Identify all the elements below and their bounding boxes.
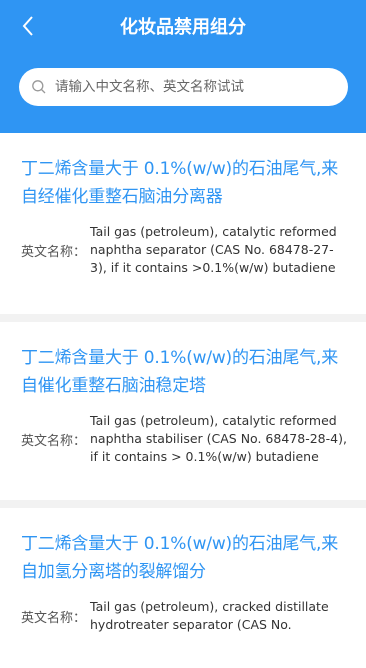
english-name-label: 英文名称： — [21, 610, 87, 626]
english-name-label: 英文名称： — [21, 244, 87, 260]
english-name-value: Tail gas (petroleum), catalytic reformed… — [90, 224, 337, 275]
search-box[interactable] — [19, 68, 348, 106]
english-name-value: Tail gas (petroleum), catalytic reformed… — [90, 413, 347, 464]
page-title: 化妆品禁用组分 — [120, 17, 246, 38]
list-item[interactable]: 丁二烯含量大于 0.1%(w/w)的石油尾气,来自经催化重整石脑油分离器 英文名… — [0, 133, 366, 314]
list-item[interactable]: 丁二烯含量大于 0.1%(w/w)的石油尾气,来自加氢分离塔的裂解馏分 英文名称… — [0, 508, 366, 668]
item-title[interactable]: 丁二烯含量大于 0.1%(w/w)的石油尾气,来自催化重整石脑油稳定塔 — [21, 344, 348, 400]
search-icon — [31, 79, 47, 95]
result-list: 丁二烯含量大于 0.1%(w/w)的石油尾气,来自经催化重整石脑油分离器 英文名… — [0, 133, 366, 668]
english-name-value: Tail gas (petroleum), cracked distillate… — [90, 599, 329, 632]
list-item[interactable]: 丁二烯含量大于 0.1%(w/w)的石油尾气,来自催化重整石脑油稳定塔 英文名称… — [0, 322, 366, 500]
item-title[interactable]: 丁二烯含量大于 0.1%(w/w)的石油尾气,来自经催化重整石脑油分离器 — [21, 155, 348, 211]
english-name-label: 英文名称： — [21, 433, 87, 449]
header-bar: 化妆品禁用组分 — [0, 0, 366, 133]
item-title[interactable]: 丁二烯含量大于 0.1%(w/w)的石油尾气,来自加氢分离塔的裂解馏分 — [21, 530, 348, 586]
search-input[interactable] — [55, 79, 348, 95]
